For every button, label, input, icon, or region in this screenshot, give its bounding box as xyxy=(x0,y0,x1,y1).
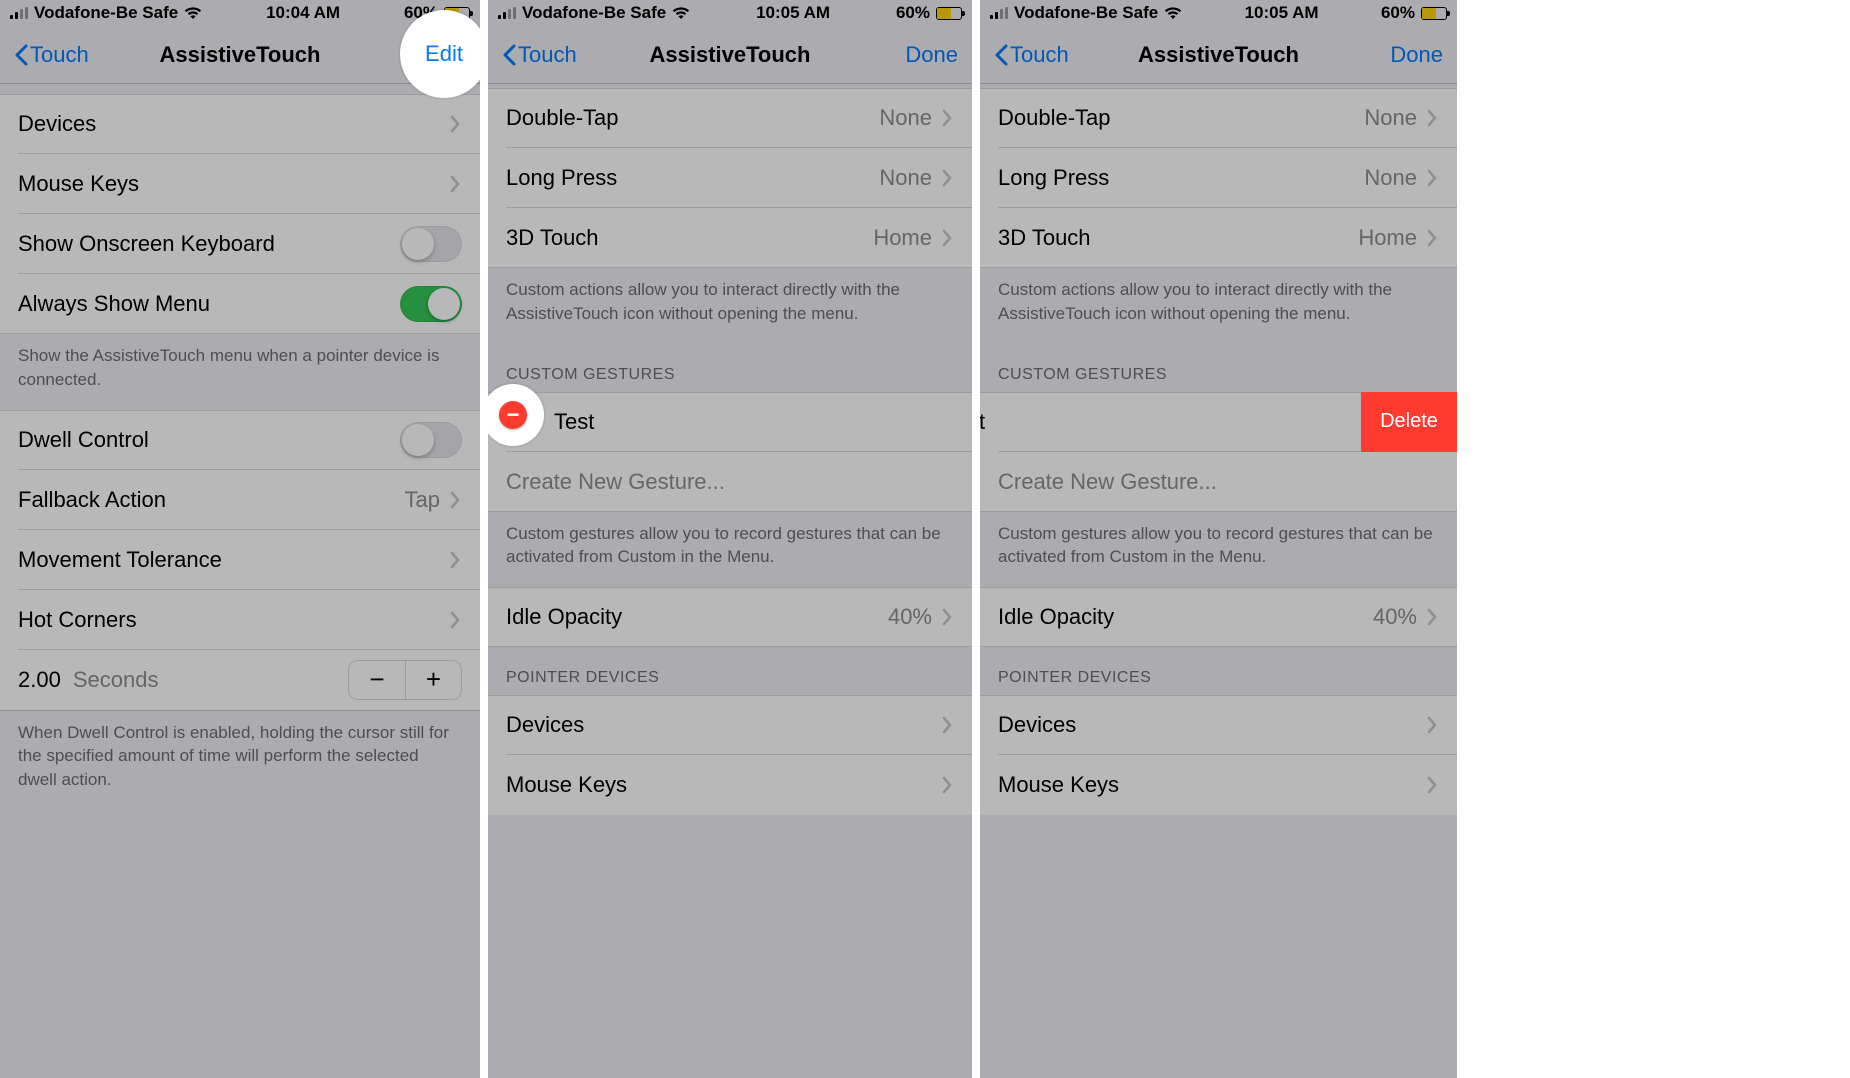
chevron-right-icon xyxy=(942,228,954,248)
back-button[interactable]: Touch xyxy=(502,42,577,68)
row-gesture-test-shifted[interactable]: st Delete xyxy=(980,392,1457,452)
dwell-time-value: 2.00 xyxy=(18,667,61,693)
toggle-off[interactable] xyxy=(400,226,462,262)
row-idle-opacity[interactable]: Idle Opacity 40% xyxy=(980,587,1457,647)
footer-custom-gestures: Custom gestures allow you to record gest… xyxy=(980,512,1457,588)
wifi-icon xyxy=(1164,6,1182,20)
chevron-right-icon xyxy=(450,114,462,134)
row-dwell-control[interactable]: Dwell Control xyxy=(0,410,480,470)
chevron-right-icon xyxy=(450,550,462,570)
chevron-right-icon xyxy=(450,490,462,510)
row-3d-touch[interactable]: 3D Touch Home xyxy=(488,208,972,268)
footer-custom-actions: Custom actions allow you to interact dir… xyxy=(488,268,972,344)
row-mouse-keys[interactable]: Mouse Keys xyxy=(980,755,1457,815)
panel-3-delete: Vodafone-Be Safe 10:05 AM 60% ⚡ Touch As… xyxy=(972,0,1457,1078)
row-double-tap[interactable]: Double-Tap None xyxy=(980,88,1457,148)
nav-bar: Touch AssistiveTouch Done xyxy=(980,26,1457,84)
row-fallback-action[interactable]: Fallback Action Tap xyxy=(0,470,480,530)
carrier-label: Vodafone-Be Safe xyxy=(1014,3,1158,23)
row-devices[interactable]: Devices xyxy=(980,695,1457,755)
panel-2-minus: Vodafone-Be Safe 10:05 AM 60% ⚡ Touch As… xyxy=(480,0,972,1078)
row-always-show-menu[interactable]: Always Show Menu xyxy=(0,274,480,334)
footer-custom-actions: Custom actions allow you to interact dir… xyxy=(980,268,1457,344)
chevron-right-icon xyxy=(942,168,954,188)
gesture-name: Test xyxy=(554,409,594,435)
toggle-off[interactable] xyxy=(400,422,462,458)
status-bar: Vodafone-Be Safe 10:04 AM 60% ⚡ xyxy=(0,0,480,26)
back-button[interactable]: Touch xyxy=(994,42,1069,68)
row-gesture-test[interactable]: − Test xyxy=(488,392,972,452)
delete-minus-highlight[interactable]: − xyxy=(482,384,544,446)
row-long-press[interactable]: Long Press None xyxy=(488,148,972,208)
back-button[interactable]: Touch xyxy=(14,42,89,68)
row-movement-tolerance[interactable]: Movement Tolerance xyxy=(0,530,480,590)
chevron-right-icon xyxy=(1427,607,1439,627)
header-custom-gestures: CUSTOM GESTURES xyxy=(980,344,1457,392)
wifi-icon xyxy=(184,6,202,20)
header-custom-gestures: CUSTOM GESTURES xyxy=(488,344,972,392)
battery-pct: 60% xyxy=(896,3,930,23)
row-mouse-keys[interactable]: Mouse Keys xyxy=(488,755,972,815)
done-button[interactable]: Done xyxy=(905,42,958,68)
stepper-minus[interactable]: − xyxy=(349,661,405,699)
row-dwell-time: 2.00 Seconds − + xyxy=(0,650,480,710)
battery-icon: ⚡ xyxy=(1421,7,1447,20)
footer-custom-gestures: Custom gestures allow you to record gest… xyxy=(488,512,972,588)
chevron-right-icon xyxy=(1427,775,1439,795)
stepper[interactable]: − + xyxy=(348,660,462,700)
row-devices[interactable]: Devices xyxy=(0,94,480,154)
chevron-right-icon xyxy=(942,775,954,795)
row-create-gesture[interactable]: Create New Gesture... xyxy=(488,452,972,512)
row-idle-opacity[interactable]: Idle Opacity 40% xyxy=(488,587,972,647)
toggle-on[interactable] xyxy=(400,286,462,322)
nav-bar: Touch AssistiveTouch Done xyxy=(488,26,972,84)
chevron-right-icon xyxy=(450,174,462,194)
row-mouse-keys[interactable]: Mouse Keys xyxy=(0,154,480,214)
signal-icon xyxy=(990,7,1008,19)
footer-always-show-menu: Show the AssistiveTouch menu when a poin… xyxy=(0,334,480,410)
chevron-right-icon xyxy=(942,607,954,627)
done-button[interactable]: Done xyxy=(1390,42,1443,68)
chevron-right-icon xyxy=(1427,168,1439,188)
status-time: 10:05 AM xyxy=(756,3,830,23)
chevron-right-icon xyxy=(450,610,462,630)
row-show-onscreen-keyboard[interactable]: Show Onscreen Keyboard xyxy=(0,214,480,274)
row-hot-corners[interactable]: Hot Corners xyxy=(0,590,480,650)
footer-dwell: When Dwell Control is enabled, holding t… xyxy=(0,711,480,810)
status-bar: Vodafone-Be Safe 10:05 AM 60% ⚡ xyxy=(980,0,1457,26)
chevron-right-icon xyxy=(1427,715,1439,735)
header-pointer-devices: POINTER DEVICES xyxy=(980,647,1457,695)
status-bar: Vodafone-Be Safe 10:05 AM 60% ⚡ xyxy=(488,0,972,26)
stepper-plus[interactable]: + xyxy=(405,661,461,699)
dwell-time-unit: Seconds xyxy=(73,667,348,693)
battery-pct: 60% xyxy=(1381,3,1415,23)
wifi-icon xyxy=(672,6,690,20)
row-3d-touch[interactable]: 3D Touch Home xyxy=(980,208,1457,268)
battery-icon: ⚡ xyxy=(936,7,962,20)
carrier-label: Vodafone-Be Safe xyxy=(522,3,666,23)
status-time: 10:04 AM xyxy=(266,3,340,23)
edit-button-highlight[interactable]: Edit xyxy=(400,10,480,98)
carrier-label: Vodafone-Be Safe xyxy=(34,3,178,23)
chevron-right-icon xyxy=(1427,108,1439,128)
row-long-press[interactable]: Long Press None xyxy=(980,148,1457,208)
status-time: 10:05 AM xyxy=(1245,3,1319,23)
header-pointer-devices: POINTER DEVICES xyxy=(488,647,972,695)
signal-icon xyxy=(498,7,516,19)
row-create-gesture[interactable]: Create New Gesture... xyxy=(980,452,1457,512)
panel-1-edit: Vodafone-Be Safe 10:04 AM 60% ⚡ Touch As… xyxy=(0,0,480,1078)
minus-icon[interactable]: − xyxy=(499,401,527,429)
chevron-right-icon xyxy=(1427,228,1439,248)
delete-button[interactable]: Delete xyxy=(1361,392,1457,452)
signal-icon xyxy=(10,7,28,19)
chevron-right-icon xyxy=(942,108,954,128)
row-double-tap[interactable]: Double-Tap None xyxy=(488,88,972,148)
chevron-right-icon xyxy=(942,715,954,735)
row-devices[interactable]: Devices xyxy=(488,695,972,755)
